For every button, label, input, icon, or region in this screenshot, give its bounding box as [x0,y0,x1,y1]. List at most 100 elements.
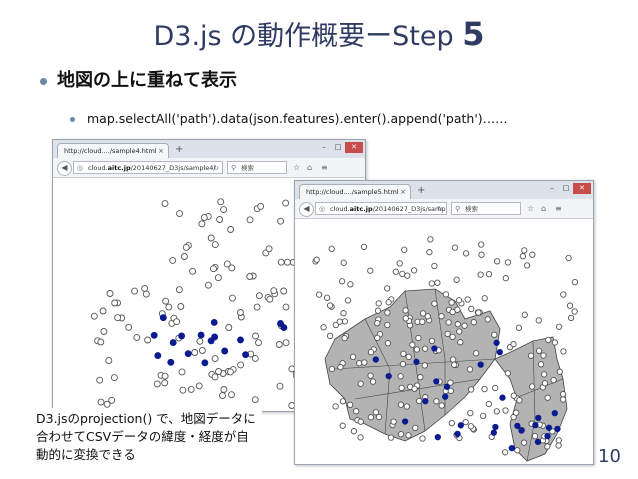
data-point [216,216,224,223]
data-point [228,294,236,302]
close-window-icon[interactable]: ✕ [573,183,591,194]
data-point [502,275,509,282]
bullet-level1-text: 地図の上に重ねて表示 [57,70,237,91]
data-point [434,279,441,286]
tab-close-icon[interactable]: × [158,144,164,158]
reload-icon[interactable]: ↻ [213,162,219,173]
data-point [367,372,374,379]
data-point [454,306,461,313]
window-controls: – □ ✕ [545,183,591,195]
data-point [390,418,397,425]
bullet-level1: 地図の上に重ねて表示 [40,66,237,92]
map-canvas [312,236,579,462]
slide-title-text: D3.js の動作概要ーStep [153,21,454,52]
window-controls: – □ ✕ [317,142,363,154]
menu-icon[interactable]: ≡ [555,203,562,214]
home-icon[interactable]: ⌂ [541,203,546,214]
menu-icon[interactable]: ≡ [321,162,328,173]
highlighted-data-point [159,314,167,322]
data-point [214,274,222,282]
maximize-icon[interactable]: □ [559,183,573,194]
data-point [313,256,320,263]
highlighted-data-point [167,358,175,366]
star-icon[interactable]: ☆ [527,203,534,214]
highlighted-data-point [544,432,551,440]
highlighted-data-point [535,414,542,422]
data-point [438,313,445,320]
data-point [478,251,485,258]
data-point [461,322,468,329]
data-point [521,311,528,318]
data-point [445,319,452,326]
data-point [466,366,474,373]
data-point [415,397,423,405]
data-point [357,434,364,441]
close-window-icon[interactable]: ✕ [345,142,363,153]
data-point [545,336,552,344]
star-icon[interactable]: ☆ [293,162,300,173]
tab-title: http://cloud..../sample5.html [306,188,399,196]
data-point [464,296,471,303]
url-bar[interactable]: ◎ cloud.aitc.jp/20140627_D3js/sample4/ ↻ [73,161,223,174]
maximize-icon[interactable]: □ [331,142,345,153]
data-point [200,214,208,222]
slide-caption: D3.jsのprojection() で、地図データに 合わせてCSVデータの緯… [34,408,262,466]
highlighted-data-point [242,351,250,359]
data-point [455,297,463,304]
data-point [519,253,527,260]
bullet-dot-icon [70,117,75,122]
data-point [419,435,426,442]
data-point [413,346,421,353]
browser-tab[interactable]: http://cloud..../sample4.html × [57,143,169,158]
data-point [338,278,346,285]
home-icon[interactable]: ⌂ [307,162,312,173]
url-bar[interactable]: ◎ cloud.aitc.jp/20140627_D3js/sample5/ ↻ [315,202,447,215]
data-point [173,318,181,326]
data-point [198,220,206,228]
search-icon: ⚲ [455,205,461,213]
data-point [493,408,500,415]
minimize-icon[interactable]: – [317,142,331,153]
data-point [103,400,111,408]
search-input[interactable]: ⚲ 検索 [227,161,287,174]
data-point [398,384,405,392]
data-point [326,332,334,340]
data-point [444,330,451,338]
tab-bar: http://cloud..../sample5.html × + – □ ✕ [295,181,593,199]
highlighted-data-point [508,444,515,452]
data-point [328,365,336,373]
highlighted-data-point [201,359,209,367]
browser-tab[interactable]: http://cloud..../sample5.html × [299,184,411,199]
data-point [246,216,254,224]
data-point [339,422,346,429]
data-point [556,368,563,375]
new-tab-icon[interactable]: + [417,184,425,197]
reload-icon[interactable]: ↻ [437,203,443,214]
data-point [252,332,259,340]
search-input[interactable]: ⚲ 検索 [451,202,521,215]
data-point [529,251,536,258]
data-point [341,334,348,342]
data-point [161,379,169,387]
highlighted-data-point [413,358,420,365]
highlighted-data-point [477,361,484,368]
data-point [424,313,431,320]
url-domain: aitc.jp [349,205,373,213]
highlighted-data-point [551,409,558,417]
data-point [357,418,364,425]
tab-close-icon[interactable]: × [400,185,406,199]
data-point [277,258,285,266]
data-point [521,247,528,254]
data-point [516,397,523,404]
data-point [350,428,358,435]
data-point [142,290,150,298]
new-tab-icon[interactable]: + [175,143,183,156]
data-point [448,419,455,427]
bullet-level2-text: map.selectAll('path').data(json.features… [87,111,508,126]
back-icon[interactable]: ◀ [57,161,72,176]
back-icon[interactable]: ◀ [299,202,314,217]
minimize-icon[interactable]: – [545,183,559,194]
data-point [204,281,212,289]
data-point [144,336,152,344]
data-point [510,392,517,399]
